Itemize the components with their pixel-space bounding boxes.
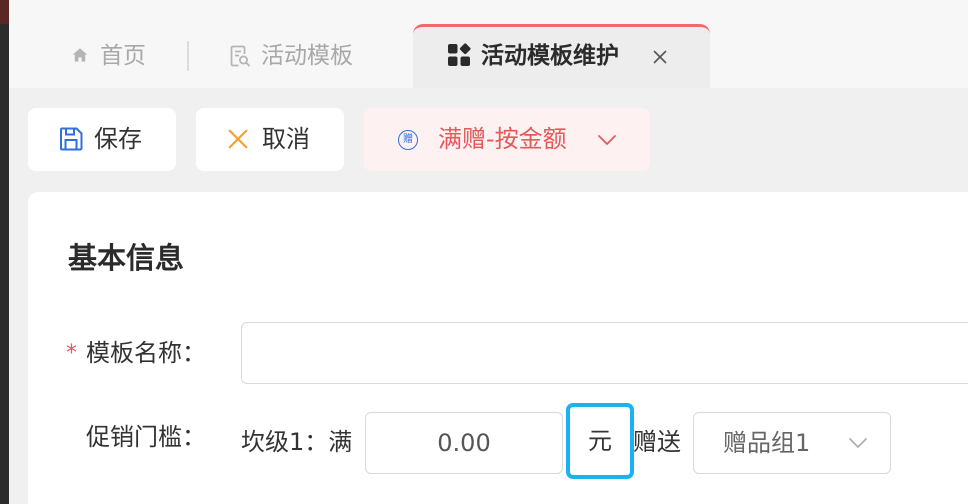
tab-activity-template[interactable]: 活动模板 xyxy=(230,24,362,88)
save-icon xyxy=(60,127,83,151)
gift-group-select[interactable]: 赠品组1 xyxy=(693,412,891,474)
template-name-input[interactable] xyxy=(241,322,968,384)
gift-group-selected-value: 赠品组1 xyxy=(723,429,811,457)
template-type-label: 满赠-按金额 xyxy=(438,125,567,153)
tab-activity-template-maintenance[interactable]: 活动模板维护 xyxy=(413,24,710,88)
document-search-icon xyxy=(230,45,250,67)
appstore-icon xyxy=(448,43,471,66)
close-icon xyxy=(228,129,248,149)
home-icon xyxy=(72,48,88,62)
basic-info-card: 基本信息 * 模板名称： 促销门槛： 坎级1：满 元 赠送 赠品组1 xyxy=(28,192,968,504)
gift-label: 赠送 xyxy=(633,428,681,456)
save-button[interactable]: 保存 xyxy=(28,108,176,171)
tab-home[interactable]: 首页 xyxy=(72,24,156,88)
chevron-down-icon xyxy=(849,438,867,448)
tab-label: 活动模板维护 xyxy=(481,43,619,69)
threshold-label: 促销门槛： xyxy=(86,423,206,451)
tier-label: 坎级1：满 xyxy=(241,428,353,456)
window-side-strip xyxy=(0,0,9,504)
chevron-down-icon xyxy=(598,135,616,145)
tab-label: 活动模板 xyxy=(261,43,353,69)
section-title: 基本信息 xyxy=(68,241,185,275)
tab-label: 首页 xyxy=(100,43,146,69)
required-mark: * xyxy=(66,341,77,366)
save-button-label: 保存 xyxy=(94,125,142,153)
tab-bar: 首页 活动模板 活动模板维护 xyxy=(0,0,968,88)
amount-unit-addon[interactable]: 元 xyxy=(566,403,634,479)
gift-badge-icon: 赠 xyxy=(398,130,418,150)
template-type-dropdown[interactable]: 赠 满赠-按金额 xyxy=(364,108,650,171)
tab-separator xyxy=(187,41,189,71)
threshold-amount-input[interactable] xyxy=(365,412,563,474)
window-side-strip-top xyxy=(0,0,9,24)
cancel-button-label: 取消 xyxy=(262,125,310,153)
template-name-label: 模板名称： xyxy=(86,339,206,367)
close-icon[interactable] xyxy=(653,50,667,64)
cancel-button[interactable]: 取消 xyxy=(196,108,344,171)
